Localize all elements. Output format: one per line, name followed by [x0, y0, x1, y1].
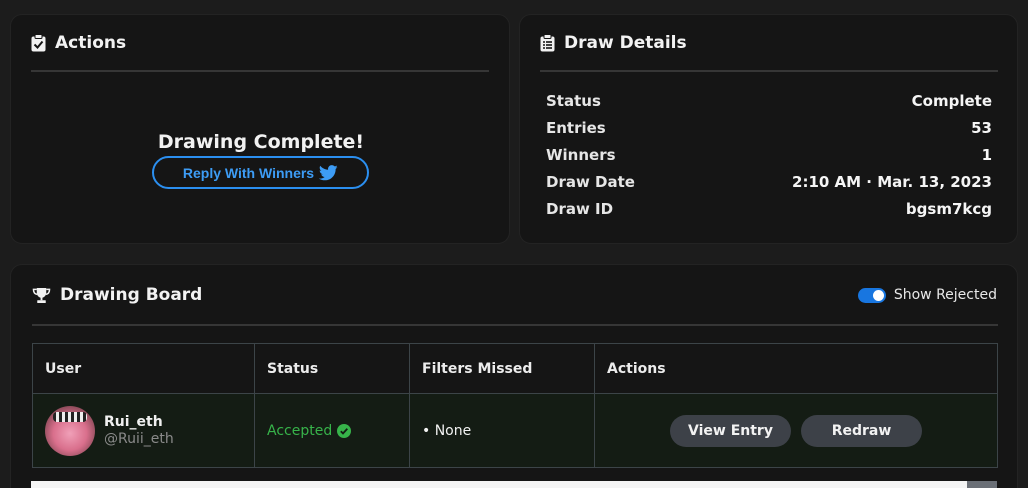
- detail-row-draw-id: Draw ID bgsm7kcg: [546, 200, 992, 218]
- status-text: Accepted: [267, 422, 333, 439]
- detail-key: Winners: [546, 146, 616, 164]
- column-header-user: User: [32, 343, 255, 394]
- reply-with-winners-button[interactable]: Reply With Winners: [152, 156, 369, 189]
- draw-details-card: Draw Details Status Complete Entries 53 …: [519, 14, 1018, 244]
- board-title: Drawing Board: [60, 285, 203, 305]
- avatar[interactable]: [45, 405, 95, 456]
- scrollbar-end-button[interactable]: [967, 481, 997, 488]
- horizontal-scrollbar-track[interactable]: [31, 481, 997, 488]
- clipboard-check-icon: [31, 34, 46, 52]
- drawing-board-card: Drawing Board Show Rejected User Status …: [10, 264, 1018, 488]
- actions-card: Actions Drawing Complete! Reply With Win…: [10, 14, 510, 244]
- clipboard-list-icon: [540, 34, 555, 52]
- column-header-actions: Actions: [594, 343, 998, 394]
- toggle-knob: [872, 289, 884, 301]
- board-header: Drawing Board: [32, 285, 202, 305]
- entries-table: User Status Filters Missed Actions Rui_e…: [32, 343, 998, 468]
- detail-value: Complete: [911, 92, 992, 110]
- column-header-status: Status: [254, 343, 410, 394]
- actions-cell: View Entry Redraw: [594, 393, 998, 468]
- detail-value: bgsm7kcg: [905, 200, 992, 218]
- user-cell: Rui_eth @Ruii_eth: [32, 393, 255, 468]
- detail-value: 53: [971, 119, 992, 137]
- detail-row-draw-date: Draw Date 2:10 AM · Mar. 13, 2023: [546, 173, 992, 191]
- show-rejected-toggle-group: Show Rejected: [857, 287, 997, 303]
- detail-value: 1: [981, 146, 992, 164]
- view-entry-button[interactable]: View Entry: [670, 414, 791, 447]
- user-handle[interactable]: @Ruii_eth: [104, 431, 174, 447]
- show-rejected-label: Show Rejected: [893, 287, 997, 303]
- details-header: Draw Details: [540, 33, 687, 53]
- actions-divider: [31, 70, 489, 72]
- detail-key: Draw Date: [546, 173, 635, 191]
- twitter-bird-icon: [319, 164, 338, 180]
- detail-row-entries: Entries 53: [546, 119, 992, 137]
- details-divider: [540, 70, 998, 72]
- detail-row-winners: Winners 1: [546, 146, 992, 164]
- board-divider: [32, 324, 998, 326]
- filters-missed-cell: • None: [409, 393, 595, 468]
- details-title: Draw Details: [564, 33, 687, 53]
- detail-row-status: Status Complete: [546, 92, 992, 110]
- detail-key: Draw ID: [546, 200, 614, 218]
- trophy-icon: [32, 287, 51, 303]
- table-row: Rui_eth @Ruii_eth Accepted • None View E…: [32, 393, 998, 468]
- actions-header: Actions: [31, 33, 126, 53]
- detail-key: Entries: [546, 119, 606, 137]
- table-header-row: User Status Filters Missed Actions: [32, 343, 998, 394]
- drawing-status-heading: Drawing Complete!: [157, 131, 365, 153]
- show-rejected-toggle[interactable]: [857, 287, 886, 303]
- user-name[interactable]: Rui_eth: [104, 414, 174, 430]
- detail-key: Status: [546, 92, 601, 110]
- detail-value: 2:10 AM · Mar. 13, 2023: [792, 173, 992, 191]
- status-cell: Accepted: [254, 393, 410, 468]
- check-circle-icon: [337, 423, 352, 438]
- actions-title: Actions: [55, 33, 127, 53]
- status-badge: Accepted: [267, 423, 397, 439]
- reply-button-label: Reply With Winners: [182, 164, 315, 181]
- column-header-filters: Filters Missed: [409, 343, 595, 394]
- redraw-button[interactable]: Redraw: [801, 414, 922, 447]
